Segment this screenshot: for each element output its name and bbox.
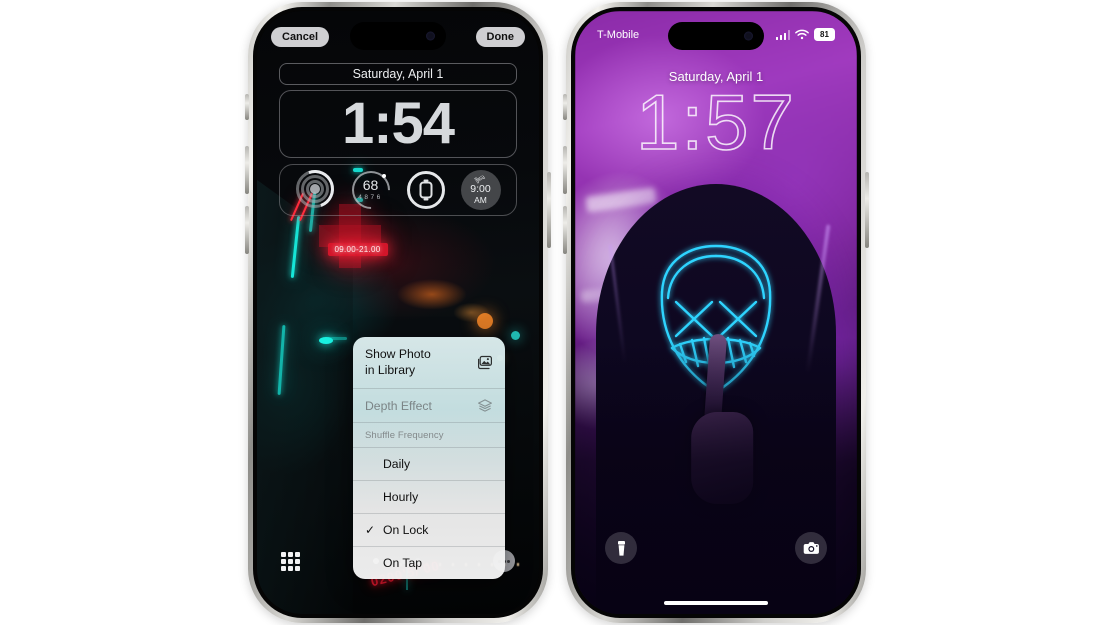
menu-item-show-photo-in-library[interactable]: Show Photo in Library bbox=[353, 337, 505, 390]
power-button[interactable] bbox=[547, 172, 551, 248]
volume-down-button[interactable] bbox=[563, 206, 567, 254]
menu-section-header-shuffle-frequency: Shuffle Frequency bbox=[353, 423, 505, 449]
menu-item-label: Show Photo in Library bbox=[365, 347, 431, 377]
phone-right-bezel: T-Mobile 81 Saturday, April 1 1:57 bbox=[571, 7, 861, 618]
flashlight-icon bbox=[617, 540, 625, 556]
silent-switch-button[interactable] bbox=[245, 94, 249, 120]
menu-item-label: On Lock bbox=[383, 523, 429, 538]
neon-hours-sign: 09.00-21.00 bbox=[327, 242, 388, 256]
grid-icon[interactable] bbox=[281, 551, 300, 571]
bokeh-light bbox=[476, 312, 493, 329]
wifi-icon bbox=[795, 29, 809, 40]
status-bar-right: 81 bbox=[775, 28, 835, 41]
power-button[interactable] bbox=[865, 172, 869, 248]
lockscreen-date-text: Saturday, April 1 bbox=[352, 67, 444, 81]
battery-indicator: 81 bbox=[814, 28, 835, 41]
screenshot-stage: 09.00-21.00 0200'5/'00 Cancel Done bbox=[0, 0, 1110, 625]
lockscreen-edit-bar: Cancel Done bbox=[257, 27, 539, 47]
photo-library-icon bbox=[478, 356, 492, 370]
flashlight-button[interactable] bbox=[605, 532, 637, 564]
menu-item-hourly[interactable]: Hourly bbox=[353, 481, 505, 515]
camera-button[interactable] bbox=[795, 532, 827, 564]
phone-left: 09.00-21.00 0200'5/'00 Cancel Done bbox=[245, 2, 551, 623]
cancel-button[interactable]: Cancel bbox=[271, 27, 330, 47]
lockscreen-clock-text: 1:54 bbox=[341, 91, 455, 156]
camera-icon bbox=[803, 542, 819, 554]
teal-lamp bbox=[319, 336, 334, 344]
lockscreen-clock-text: 1:57 bbox=[635, 78, 796, 166]
lockscreen-clock-field[interactable]: 1:54 bbox=[279, 90, 517, 158]
alarm-ampm: AM bbox=[474, 194, 487, 205]
bottom-vignette bbox=[575, 336, 857, 614]
menu-item-label: Hourly bbox=[383, 490, 419, 505]
phone-left-screen: 09.00-21.00 0200'5/'00 Cancel Done bbox=[257, 11, 539, 614]
lockscreen-widgets-field[interactable]: 68 4876 🛏 9:00 AM bbox=[279, 163, 517, 217]
alarm-widget[interactable]: 🛏 9:00 AM bbox=[460, 170, 501, 210]
activity-rings-icon bbox=[289, 163, 340, 215]
alarm-time: 9:00 bbox=[470, 182, 491, 195]
volume-down-button[interactable] bbox=[245, 206, 249, 254]
home-indicator[interactable] bbox=[664, 601, 768, 605]
menu-item-label: Daily bbox=[383, 457, 411, 472]
menu-item-label: On Tap bbox=[383, 556, 423, 571]
lockscreen-date-text: Saturday, April 1 bbox=[668, 69, 764, 84]
phone-left-bezel: 09.00-21.00 0200'5/'00 Cancel Done bbox=[253, 7, 543, 618]
carrier-label: T-Mobile bbox=[597, 28, 640, 41]
menu-item-on-tap[interactable]: On Tap bbox=[353, 547, 505, 579]
lockscreen-quick-actions bbox=[575, 532, 857, 564]
volume-up-button[interactable] bbox=[563, 146, 567, 194]
weather-widget[interactable]: 68 4876 bbox=[343, 163, 398, 217]
temperature-arc-icon bbox=[343, 163, 398, 217]
volume-up-button[interactable] bbox=[245, 146, 249, 194]
watch-battery-widget[interactable] bbox=[406, 170, 446, 210]
silent-switch-button[interactable] bbox=[563, 94, 567, 120]
menu-item-on-lock[interactable]: ✓ On Lock bbox=[353, 514, 505, 548]
bokeh-light bbox=[510, 330, 520, 340]
wallpaper-context-menu: Show Photo in Library Depth Effect Shuff… bbox=[353, 337, 505, 580]
menu-item-daily[interactable]: Daily bbox=[353, 448, 505, 482]
done-button[interactable]: Done bbox=[475, 27, 525, 47]
apple-watch-icon bbox=[419, 179, 432, 201]
cellular-signal-icon bbox=[775, 29, 790, 40]
status-bar: T-Mobile 81 bbox=[575, 28, 857, 41]
checkmark-icon: ✓ bbox=[365, 523, 376, 538]
phone-right: T-Mobile 81 Saturday, April 1 1:57 bbox=[563, 2, 869, 623]
layers-icon bbox=[478, 399, 492, 412]
phone-right-screen: T-Mobile 81 Saturday, April 1 1:57 bbox=[575, 11, 857, 614]
lockscreen-date-field[interactable]: Saturday, April 1 bbox=[279, 63, 517, 85]
activity-rings-widget[interactable] bbox=[289, 163, 340, 215]
temperature-marker-dot bbox=[381, 174, 386, 178]
menu-item-label: Depth Effect bbox=[365, 398, 432, 413]
menu-item-depth-effect[interactable]: Depth Effect bbox=[353, 389, 505, 424]
